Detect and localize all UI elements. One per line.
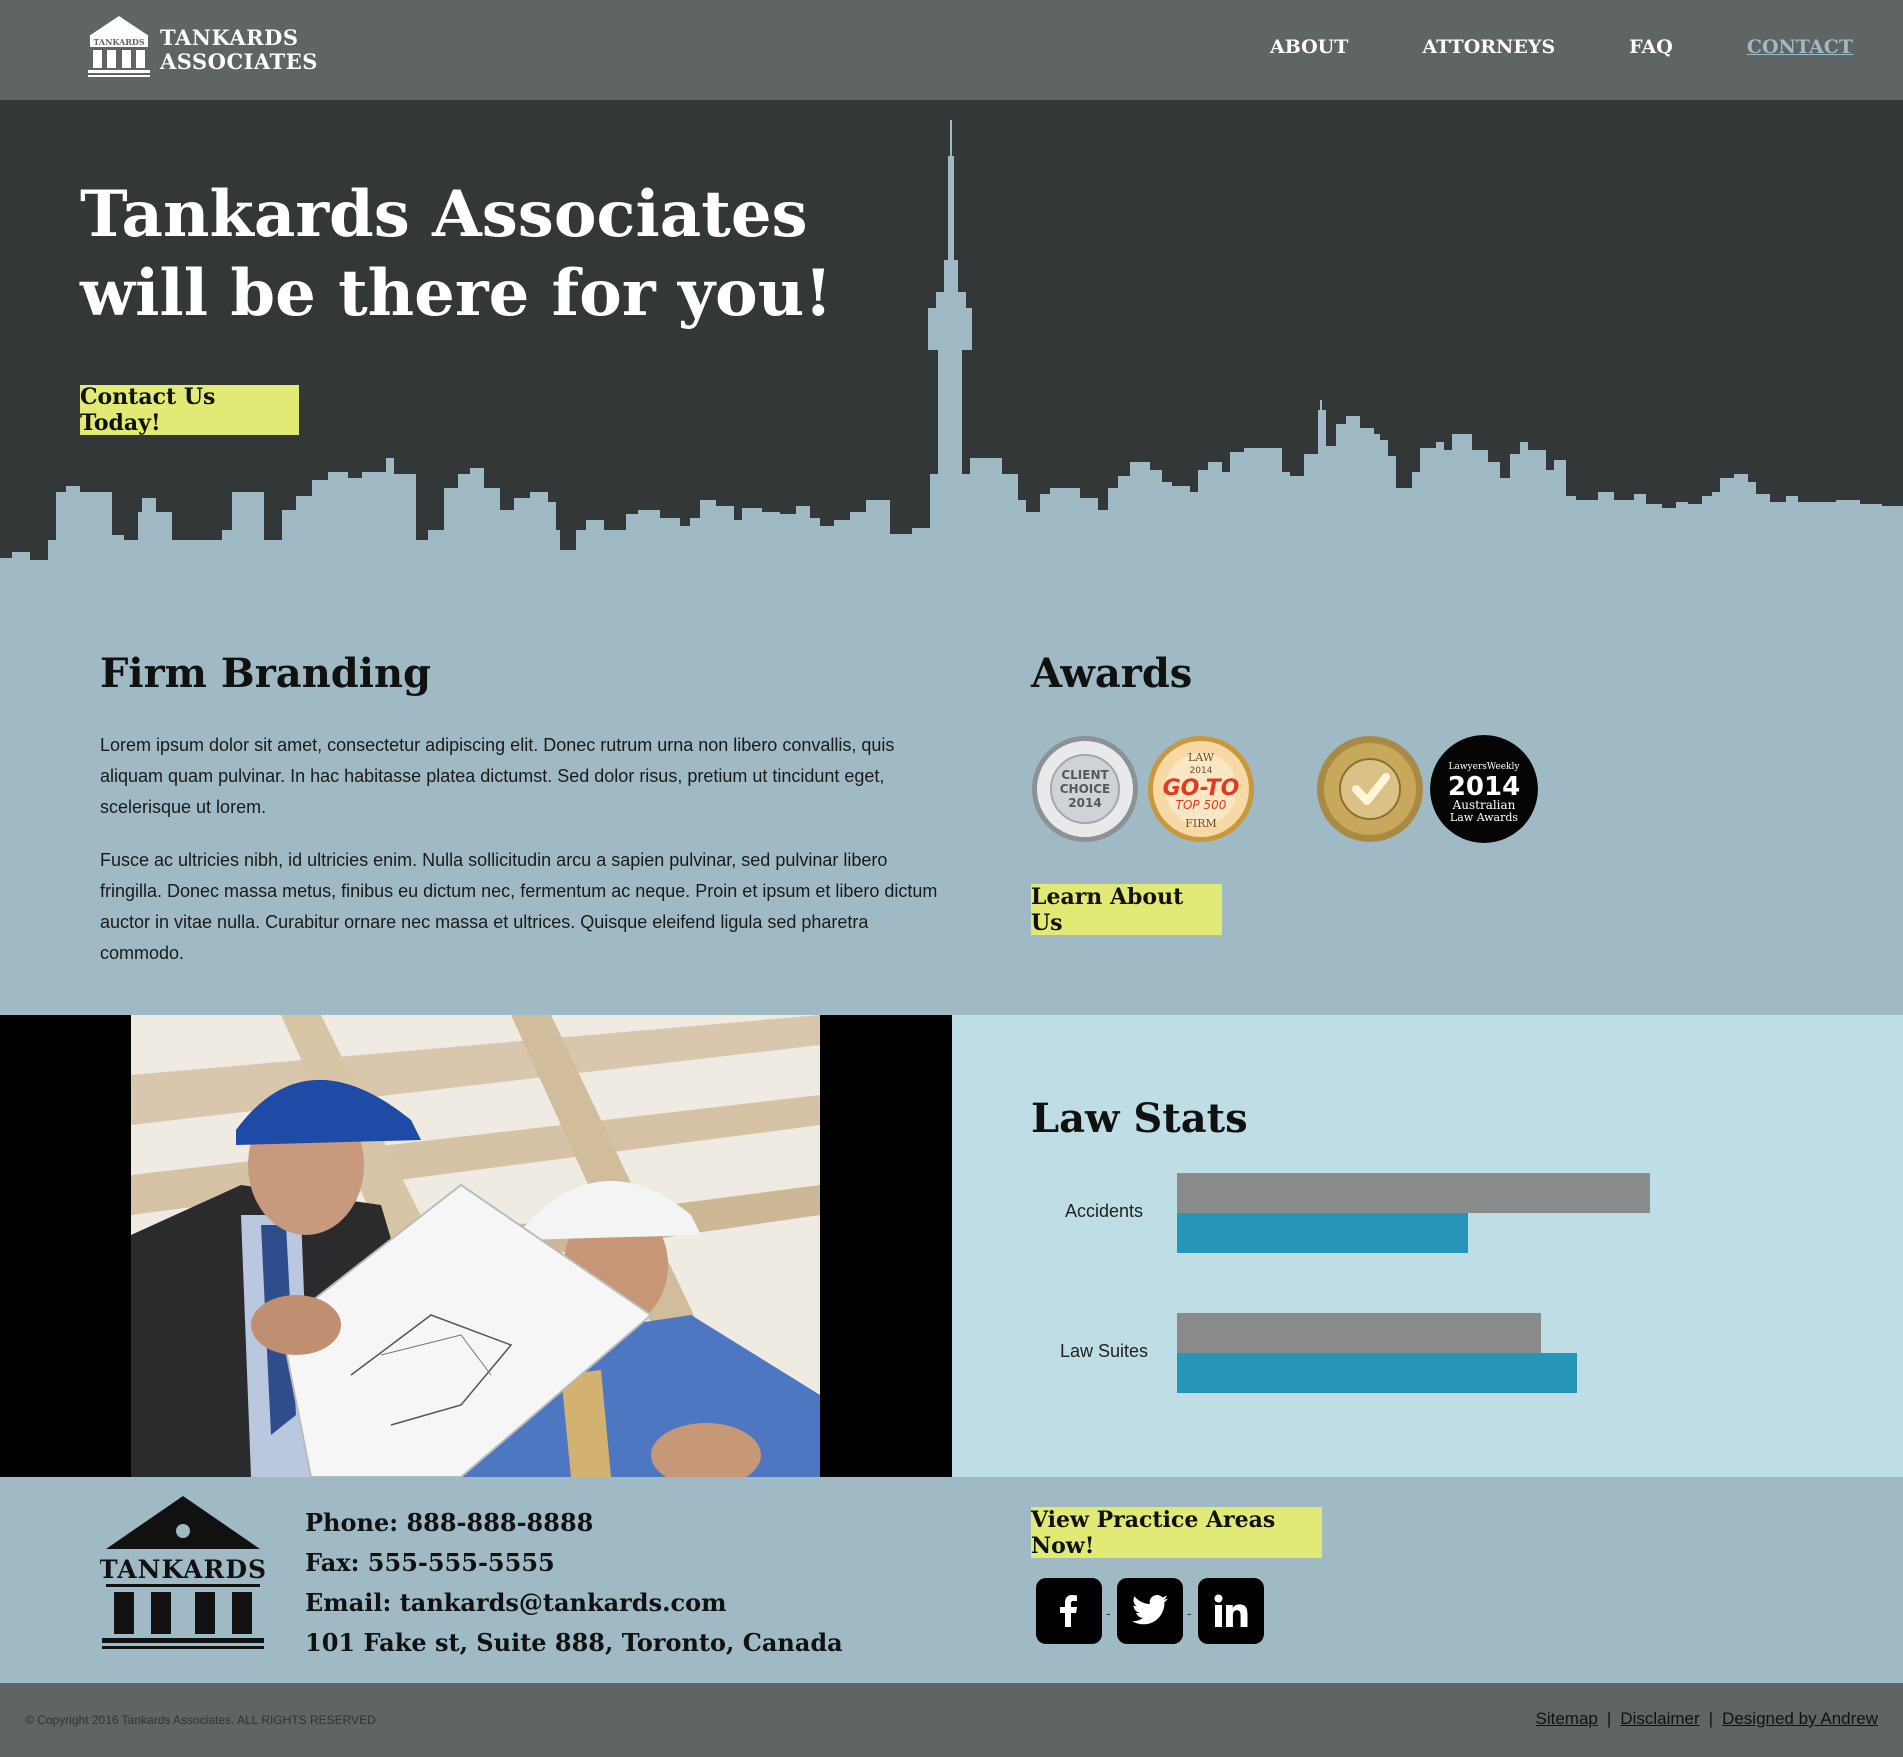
street-address: 101 Fake st, Suite 888, Toronto, Canada	[305, 1628, 843, 1657]
svg-text:TANKARDS: TANKARDS	[100, 1555, 266, 1584]
engineers-reviewing-blueprint-photo	[131, 1015, 820, 1477]
stats-bar	[1177, 1173, 1650, 1213]
nav-attorneys[interactable]: ATTORNEYS	[1422, 36, 1555, 58]
client-choice-award-badge: CLIENT CHOICE 2014	[1032, 736, 1138, 842]
view-practice-areas-button[interactable]: View Practice Areas Now!	[1031, 1507, 1322, 1559]
svg-text:2014: 2014	[1190, 766, 1213, 776]
svg-text:Law Awards: Law Awards	[1450, 811, 1518, 824]
designed-by-link[interactable]: Designed by Andrew	[1722, 1709, 1878, 1729]
svg-text:Australian: Australian	[1452, 798, 1516, 812]
contact-details: Phone: 888-888-8888 Fax: 555-555-5555 Em…	[305, 1503, 843, 1663]
branding-awards-section: Firm Branding Lorem ipsum dolor sit amet…	[0, 590, 1903, 1015]
email-address[interactable]: Email: tankards@tankards.com	[305, 1583, 843, 1623]
hero-title-line-2: will be there for you!	[80, 256, 833, 331]
bar-category-label: Law Suites	[1059, 1341, 1149, 1361]
svg-text:2014: 2014	[1068, 796, 1101, 810]
logo-line-2: ASSOCIATES	[160, 49, 318, 74]
social-separator: -	[1106, 1605, 1111, 1621]
firm-branding-text: Lorem ipsum dolor sit amet, consectetur …	[100, 730, 950, 991]
nav-about[interactable]: ABOUT	[1270, 36, 1348, 58]
photo-frame	[0, 1015, 952, 1477]
hero-section: Tankards Associates will be there for yo…	[0, 100, 1903, 590]
svg-text:LawyersWeekly: LawyersWeekly	[1449, 762, 1521, 772]
copyright-text: © Copyright 2016 Tankards Associates. AL…	[25, 1713, 376, 1727]
stats-bar	[1177, 1213, 1468, 1253]
law-stats-heading: Law Stats	[1031, 1095, 1248, 1142]
top-choice-award-badge	[1317, 736, 1423, 842]
footer-links: Sitemap | Disclaimer | Designed by Andre…	[1536, 1709, 1879, 1729]
awards-heading: Awards	[1031, 650, 1193, 697]
contact-us-button[interactable]: Contact Us Today!	[80, 384, 299, 436]
law-stats-section: Law Stats Accidents Law Suites	[0, 1015, 1903, 1477]
nav-links: ABOUT ATTORNEYS FAQ CONTACT	[1270, 36, 1853, 58]
hero-title-line-1: Tankards Associates	[80, 177, 808, 252]
bottom-bar: © Copyright 2016 Tankards Associates. AL…	[0, 1683, 1903, 1757]
social-separator: -	[1187, 1605, 1192, 1621]
svg-text:TOP 500: TOP 500	[1176, 798, 1227, 812]
facebook-button[interactable]	[1036, 1578, 1102, 1644]
disclaimer-link[interactable]: Disclaimer	[1620, 1709, 1699, 1729]
svg-text:LAW: LAW	[1188, 751, 1215, 764]
stats-bar	[1177, 1313, 1541, 1353]
sitemap-link[interactable]: Sitemap	[1536, 1709, 1598, 1729]
link-separator: |	[1606, 1709, 1612, 1728]
learn-about-us-button[interactable]: Learn About Us	[1031, 884, 1222, 936]
stats-bar	[1177, 1353, 1577, 1393]
facebook-icon	[1060, 1595, 1077, 1627]
logo-text: TANKARDS ASSOCIATES	[160, 26, 318, 74]
phone-number: Phone: 888-888-8888	[305, 1508, 594, 1537]
bar-category-label: Accidents	[1064, 1201, 1144, 1221]
svg-text:TANKARDS: TANKARDS	[93, 37, 144, 47]
top-navbar: TANKARDS TANKARDS ASSOCIATES ABOUT ATTOR…	[0, 0, 1903, 100]
linkedin-button[interactable]	[1198, 1578, 1264, 1644]
hero-title: Tankards Associates will be there for yo…	[80, 175, 832, 333]
lawyers-weekly-award-badge: LawyersWeekly 2014 Australian Law Awards	[1430, 735, 1538, 843]
firm-branding-heading: Firm Branding	[100, 650, 432, 697]
twitter-icon	[1132, 1595, 1168, 1625]
tankards-footer-logo: TANKARDS	[100, 1496, 266, 1649]
svg-text:CLIENT: CLIENT	[1061, 768, 1109, 782]
twitter-button[interactable]	[1117, 1578, 1183, 1644]
linkedin-icon	[1214, 1594, 1248, 1627]
go-to-law-award-badge: LAW 2014 GO-TO TOP 500 FIRM	[1148, 736, 1254, 842]
branding-paragraph-2: Fusce ac ultricies nibh, id ultricies en…	[100, 850, 938, 963]
footer-contact-section: TANKARDS Phone: 888-888-8888 Fax: 555-55…	[0, 1477, 1903, 1683]
site-logo[interactable]: TANKARDS TANKARDS ASSOCIATES	[86, 14, 317, 80]
city-skyline-illustration	[0, 120, 1903, 590]
svg-text:CHOICE: CHOICE	[1060, 782, 1111, 796]
fax-number: Fax: 555-555-5555	[305, 1548, 555, 1577]
svg-text:FIRM: FIRM	[1185, 817, 1217, 830]
logo-line-1: TANKARDS	[160, 25, 299, 50]
nav-faq[interactable]: FAQ	[1629, 36, 1673, 58]
link-separator: |	[1708, 1709, 1714, 1728]
branding-paragraph-1: Lorem ipsum dolor sit amet, consectetur …	[100, 735, 895, 817]
nav-contact[interactable]: CONTACT	[1747, 36, 1853, 58]
courthouse-icon: TANKARDS	[88, 16, 150, 77]
